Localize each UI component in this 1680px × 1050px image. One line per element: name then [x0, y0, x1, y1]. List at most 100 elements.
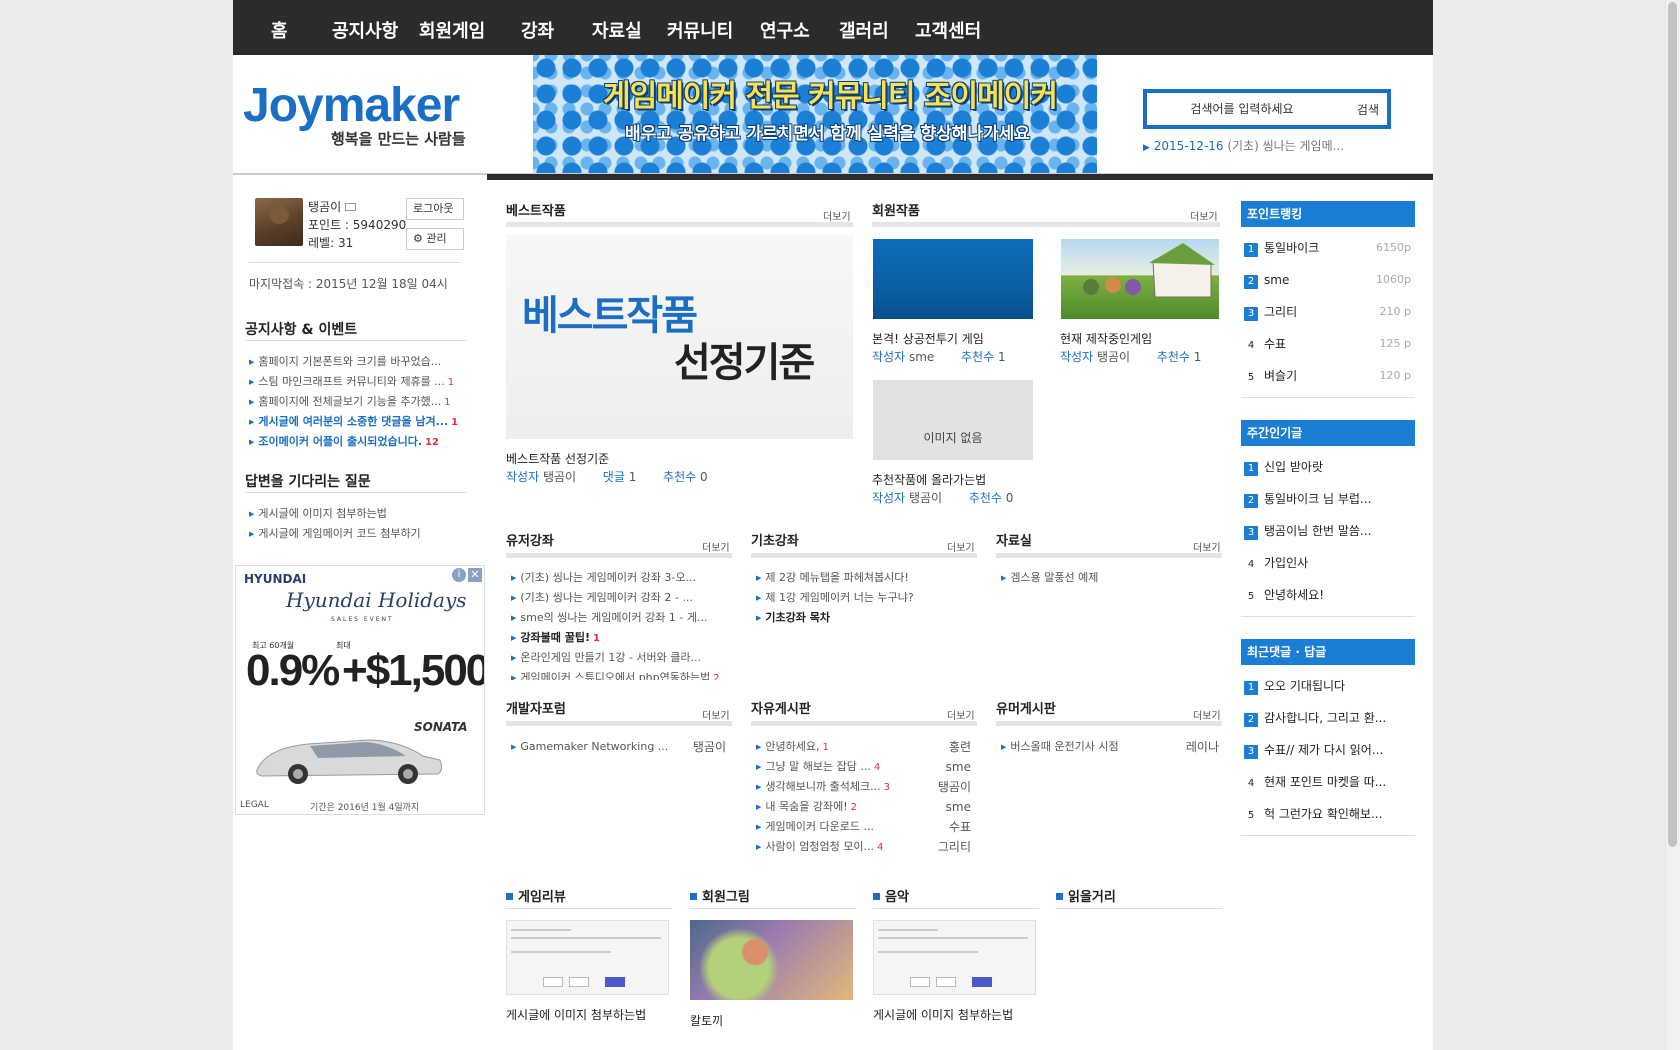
list-item[interactable]: ▶ 사람이 엄청엄청 모이... 4 그리티 — [756, 837, 971, 857]
ranking-item[interactable]: 4 현재 포인트 마켓을 따... — [1241, 766, 1415, 798]
list-item[interactable]: ▶ 강좌불때 꿀팁! 1 — [511, 628, 731, 648]
archive-more-link[interactable]: 더보기 — [1193, 539, 1221, 554]
free-board-more-link[interactable]: 더보기 — [947, 707, 975, 722]
user-lecture-title[interactable]: 유저강좌 — [506, 530, 554, 549]
manage-button[interactable]: ⚙ 관리 — [406, 228, 464, 250]
list-item[interactable]: ▶ 안녕하세요, 1 홍련 — [756, 737, 971, 757]
list-item[interactable]: ▶ 제 1강 게임메이커 너는 누구냐? — [756, 588, 976, 608]
mail-icon[interactable] — [345, 203, 357, 211]
humor-board-title[interactable]: 유머게시판 — [996, 698, 1056, 717]
list-item[interactable]: ▶ 게시글에 이미지 첨부하는법 — [249, 504, 469, 524]
free-board-title[interactable]: 자유게시판 — [751, 698, 811, 717]
latest-post-ticker[interactable]: ▶ 2015-12-16 (기초) 씽나는 게임메... — [1143, 137, 1344, 154]
thumbnail[interactable] — [873, 920, 1036, 995]
thumbnail[interactable] — [690, 920, 853, 1000]
list-item[interactable]: ▶ 제 2강 메뉴탭을 파헤쳐봅시다! — [756, 568, 976, 588]
ranking-item[interactable]: 2 통일바이크 님 부럽... — [1241, 483, 1415, 515]
ranking-item[interactable]: 3 탱곰이님 한번 말씀... — [1241, 515, 1415, 547]
list-item[interactable]: ▶ 생각해보니까 출석체크... 3 탱곰이 — [756, 777, 971, 797]
gallery-review-title[interactable]: 게임리뷰 — [506, 886, 566, 905]
list-item[interactable]: ▶ 겜스용 말풍선 예제 — [1001, 568, 1221, 588]
avatar[interactable] — [255, 198, 303, 246]
best-works-title[interactable]: 베스트작품 — [506, 200, 566, 219]
no-image-placeholder[interactable]: 이미지 없음 — [873, 380, 1033, 460]
header-banner[interactable]: 게임메이커 전문 커뮤니티 조이메이커 배우고 공유하고 가르치면서 함께 실력… — [533, 55, 1097, 175]
work-caption[interactable]: 본격! 상공전투기 게임 — [872, 330, 984, 347]
member-works-title[interactable]: 회원작품 — [872, 200, 920, 219]
notices-title[interactable]: 공지사항 & 이벤트 — [245, 319, 357, 339]
work-caption[interactable]: 추천작품에 올라가는법 — [872, 471, 986, 488]
list-item[interactable]: ▶ (기초) 씽나는 게임메이커 강좌 2 - ... — [511, 588, 731, 608]
gallery-reading-title[interactable]: 읽을거리 — [1056, 886, 1116, 905]
ranking-item[interactable]: 1 오오 기대됩니다 — [1241, 670, 1415, 702]
list-item[interactable]: ▶ 게시글에 여러분의 소중한 댓글을 남겨... 1 — [249, 412, 469, 432]
basic-lecture-more-link[interactable]: 더보기 — [947, 539, 975, 554]
nav-gallery[interactable]: 갤러리 — [839, 17, 889, 43]
best-works-more-link[interactable]: 더보기 — [823, 208, 851, 223]
ranking-item[interactable]: 5 안녕하세요! — [1241, 579, 1415, 611]
list-item[interactable]: ▶ 홈페이지 기본폰트와 크기를 바꾸었습... — [249, 352, 469, 372]
nav-member-games[interactable]: 회원게임 — [419, 17, 485, 43]
gallery-music-title[interactable]: 음악 — [873, 886, 909, 905]
ranking-item[interactable]: 2 감사합니다, 그리고 환... — [1241, 702, 1415, 734]
info-icon[interactable]: i — [452, 568, 466, 582]
nav-notice[interactable]: 공지사항 — [332, 17, 398, 43]
basic-lecture-title[interactable]: 기초강좌 — [751, 530, 799, 549]
list-item[interactable]: ▶ 게임메이커 다운로드 ... 수표 — [756, 817, 971, 837]
nav-home[interactable]: 홈 — [271, 17, 288, 43]
ranking-item[interactable]: 2 sme 1060p — [1241, 264, 1415, 296]
ranking-item[interactable]: 3 수표// 제가 다시 읽어... — [1241, 734, 1415, 766]
ranking-item[interactable]: 3 그리티 210 p — [1241, 296, 1415, 328]
nav-support[interactable]: 고객센터 — [915, 17, 981, 43]
list-item[interactable]: ▶ sme의 씽나는 게임메이커 강좌 1 - 게... — [511, 608, 731, 628]
logout-button[interactable]: 로그아웃 — [406, 198, 464, 220]
thumbnail[interactable] — [506, 920, 669, 995]
gallery-caption[interactable]: 게시글에 이미지 첨부하는법 — [506, 1006, 646, 1023]
list-item[interactable]: ▶ 그냥 말 해보는 잡담 ... 4 sme — [756, 757, 971, 777]
thumbnail[interactable] — [1061, 239, 1219, 319]
list-item[interactable]: ▶ 게시글에 게임메이커 코드 첨부하기 — [249, 524, 469, 544]
dev-forum-title[interactable]: 개발자포럼 — [506, 698, 566, 717]
humor-board-more-link[interactable]: 더보기 — [1193, 707, 1221, 722]
ranking-item[interactable]: 5 벼슬기 120 p — [1241, 360, 1415, 392]
nav-lectures[interactable]: 강좌 — [521, 17, 554, 43]
search-button[interactable]: 검색 — [1357, 101, 1379, 118]
list-item[interactable]: ▶ Gamemaker Networking ... 탱곰이 — [511, 737, 726, 757]
advertisement[interactable]: HYUNDAI i ✕ Hyundai Holidays SALES EVENT… — [235, 565, 485, 815]
nav-archive[interactable]: 자료실 — [592, 17, 642, 43]
point-ranking-title[interactable]: 포인트랭킹 — [1241, 201, 1415, 227]
archive-title[interactable]: 자료실 — [996, 530, 1032, 549]
member-works-more-link[interactable]: 더보기 — [1190, 208, 1218, 223]
questions-title[interactable]: 답변을 기다리는 질문 — [245, 471, 371, 491]
best-works-caption[interactable]: 베스트작품 선정기준 — [506, 450, 609, 467]
list-item[interactable]: ▶ 스팀 마인크래프트 커뮤니티와 제휴를 ... 1 — [249, 372, 469, 392]
gallery-caption[interactable]: 게시글에 이미지 첨부하는법 — [873, 1006, 1013, 1023]
list-item[interactable]: ▶ 조이메이커 어플이 출시되었습니다. 12 — [249, 432, 469, 452]
scrollbar-thumb[interactable] — [1668, 2, 1677, 847]
thumbnail[interactable] — [873, 239, 1033, 319]
recent-comments-title[interactable]: 최근댓글 · 답글 — [1241, 639, 1415, 665]
list-item[interactable]: ▶ 버스올때 운전기사 시점 레이나 — [1001, 737, 1219, 757]
nav-community[interactable]: 커뮤니티 — [667, 17, 733, 43]
ranking-item[interactable]: 1 신입 받아랏 — [1241, 451, 1415, 483]
nav-lab[interactable]: 연구소 — [760, 17, 810, 43]
ranking-item[interactable]: 1 통일바이크 6150p — [1241, 232, 1415, 264]
ranking-item[interactable]: 4 가입인사 — [1241, 547, 1415, 579]
best-works-image[interactable]: 베스트작품 선정기준 — [506, 235, 853, 439]
site-logo[interactable]: Joymaker 행복을 만드는 사람들 — [243, 79, 483, 152]
list-item[interactable]: ▶ 게임메이커 스튜디오에서 php연동하는법 2 — [511, 668, 731, 680]
dev-forum-more-link[interactable]: 더보기 — [702, 707, 730, 722]
list-item[interactable]: ▶ 내 목숨을 강좌에! 2 sme — [756, 797, 971, 817]
work-caption[interactable]: 현재 제작중인게임 — [1060, 330, 1152, 347]
weekly-popular-title[interactable]: 주간인기글 — [1241, 420, 1415, 446]
search-input[interactable] — [1147, 93, 1337, 125]
close-icon[interactable]: ✕ — [468, 568, 482, 582]
list-item[interactable]: ▶ 온라인게임 만들기 1강 - 서버와 클라... — [511, 648, 731, 668]
gallery-caption[interactable]: 칼토끼 — [690, 1012, 723, 1029]
ranking-item[interactable]: 5 헉 그런가요 확인해보... — [1241, 798, 1415, 830]
gallery-art-title[interactable]: 회원그림 — [690, 886, 750, 905]
ranking-item[interactable]: 4 수표 125 p — [1241, 328, 1415, 360]
list-item[interactable]: ▶ 홈페이지에 전체글보기 기능을 추가했... 1 — [249, 392, 469, 412]
list-item[interactable]: ▶ (기초) 씽나는 게임메이커 강좌 3-오... — [511, 568, 731, 588]
list-item[interactable]: ▶ 기초강좌 목차 — [756, 608, 976, 628]
